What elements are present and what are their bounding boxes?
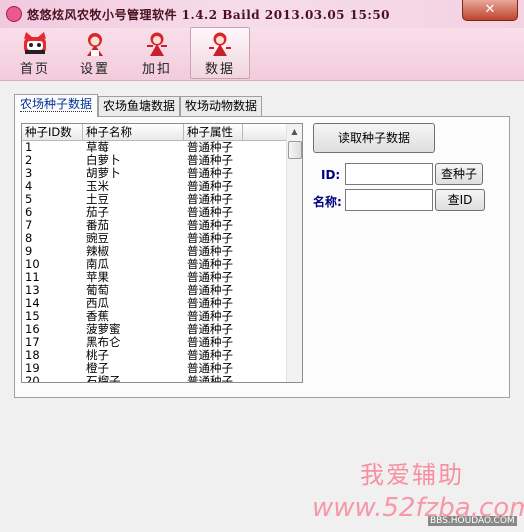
- watermark-text: 我爱辅助: [360, 461, 464, 489]
- watermark-small: BBS.HOUDAO.COM: [428, 516, 517, 526]
- close-button[interactable]: ✕: [462, 0, 518, 21]
- toolbar-home-label: 首页: [19, 62, 50, 77]
- toolbar-settings-label: 设置: [79, 62, 110, 77]
- table-row[interactable]: 3 胡萝卜 普通种子: [22, 167, 286, 180]
- list-rows: 1 草莓 普通种子 2 白萝卜 普通种子 3 胡萝卜 普通种子 4 玉米 普通种子 5 土豆 普通种子 6 茄子…: [22, 141, 286, 383]
- cell-attr: 普通种子: [187, 374, 233, 383]
- table-row[interactable]: 4 玉米 普通种子: [22, 180, 286, 193]
- table-row[interactable]: 19 橙子 普通种子: [22, 362, 286, 375]
- name-label: 名称:: [313, 195, 342, 209]
- toolbar-addsub-label: 加扣: [141, 62, 172, 77]
- scrollbar-thumb[interactable]: [288, 141, 302, 159]
- table-row[interactable]: 1 草莓 普通种子: [22, 141, 286, 154]
- column-header-attr[interactable]: 种子属性: [184, 124, 243, 140]
- column-header-name[interactable]: 种子名称: [83, 124, 184, 140]
- table-row[interactable]: 8 豌豆 普通种子: [22, 232, 286, 245]
- table-row[interactable]: 5 土豆 普通种子: [22, 193, 286, 206]
- cell-name: 石榴子: [86, 374, 121, 383]
- app-logo-icon: [6, 6, 22, 22]
- title-bar[interactable]: 悠悠炫风农牧小号管理软件 1.4.2 Baild 2013.03.05 15:5…: [0, 0, 524, 28]
- list-header: 种子ID数 种子名称 种子属性: [22, 124, 286, 141]
- table-row[interactable]: 14 西瓜 普通种子: [22, 297, 286, 310]
- app-window: 悠悠炫风农牧小号管理软件 1.4.2 Baild 2013.03.05 15:5…: [0, 0, 524, 532]
- main-area: 农场种子数据 农场鱼塘数据 牧场动物数据 种子ID数 种子名称 种子属性 1 草莓…: [4, 84, 518, 400]
- id-input[interactable]: [345, 163, 433, 185]
- tab-farm-seeds[interactable]: 农场种子数据: [14, 94, 98, 117]
- tab-pasture-animals-label: 牧场动物数据: [184, 99, 257, 113]
- toolbar-home-button[interactable]: 首页: [6, 28, 64, 78]
- scroll-up-arrow-icon[interactable]: ▲: [287, 124, 302, 140]
- table-row[interactable]: 11 苹果 普通种子: [22, 271, 286, 284]
- tab-farm-seeds-label: 农场种子数据: [19, 97, 92, 112]
- read-seed-data-button[interactable]: 读取种子数据: [313, 123, 435, 153]
- table-row[interactable]: 6 茄子 普通种子: [22, 206, 286, 219]
- tab-fish-pond[interactable]: 农场鱼塘数据: [98, 96, 180, 116]
- table-row[interactable]: 15 香蕉 普通种子: [22, 310, 286, 323]
- tab-pasture-animals[interactable]: 牧场动物数据: [180, 96, 262, 116]
- cell-id: 20: [25, 374, 40, 383]
- watermark: 我爱辅助 www.52fzba.com BBS.HOUDAO.COM: [312, 450, 524, 532]
- find-id-button[interactable]: 查ID: [435, 189, 485, 211]
- table-row[interactable]: 9 辣椒 普通种子: [22, 245, 286, 258]
- settings-girl-icon: [81, 31, 109, 57]
- addsub-girl-icon: [143, 31, 171, 57]
- name-input[interactable]: [345, 189, 433, 211]
- table-row[interactable]: 13 葡萄 普通种子: [22, 284, 286, 297]
- table-row[interactable]: 7 番茄 普通种子: [22, 219, 286, 232]
- column-header-id[interactable]: 种子ID数: [22, 124, 83, 140]
- seed-list[interactable]: 种子ID数 种子名称 种子属性 1 草莓 普通种子 2 白萝卜 普通种子 3 胡萝卜 普通种子 4…: [21, 123, 303, 383]
- main-toolbar: 首页 设置 加扣 数据: [0, 27, 524, 81]
- data-girl-icon: [206, 31, 234, 57]
- table-row[interactable]: 16 菠萝蜜 普通种子: [22, 323, 286, 336]
- table-row[interactable]: 2 白萝卜 普通种子: [22, 154, 286, 167]
- id-label: ID:: [321, 168, 341, 182]
- toolbar-settings-button[interactable]: 设置: [66, 28, 124, 78]
- seed-data-panel: 种子ID数 种子名称 种子属性 1 草莓 普通种子 2 白萝卜 普通种子 3 胡萝卜 普通种子 4…: [14, 116, 510, 398]
- toolbar-data-label: 数据: [204, 62, 235, 77]
- table-row[interactable]: 17 黑布仑 普通种子: [22, 336, 286, 349]
- find-seed-button[interactable]: 查种子: [435, 163, 483, 185]
- tab-fish-pond-label: 农场鱼塘数据: [102, 99, 175, 113]
- toolbar-data-button[interactable]: 数据: [190, 27, 250, 79]
- window-title: 悠悠炫风农牧小号管理软件 1.4.2 Baild 2013.03.05 15:5…: [27, 8, 391, 22]
- vertical-scrollbar[interactable]: ▲: [286, 124, 302, 382]
- table-row[interactable]: 20 石榴子 普通种子: [22, 375, 286, 383]
- table-row[interactable]: 10 南瓜 普通种子: [22, 258, 286, 271]
- home-cat-icon: [21, 31, 49, 57]
- toolbar-addsub-button[interactable]: 加扣: [128, 28, 186, 78]
- table-row[interactable]: 18 桃子 普通种子: [22, 349, 286, 362]
